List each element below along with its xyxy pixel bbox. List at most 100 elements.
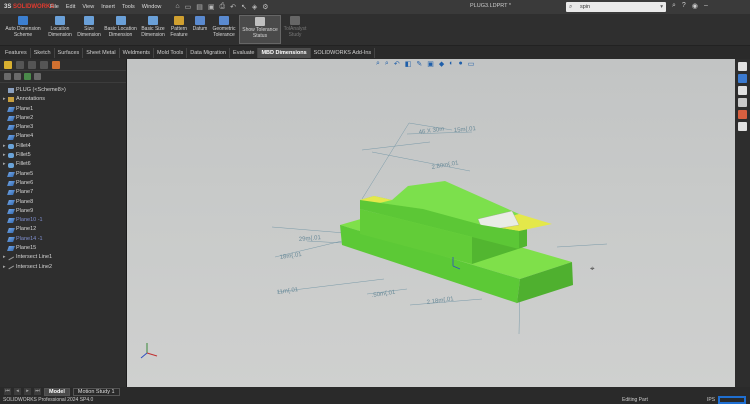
tree-item-annotations[interactable]: ▸ Annotations — [0, 95, 126, 104]
appearances-icon[interactable] — [738, 110, 747, 119]
next-tab-icon[interactable]: ▸ — [24, 388, 31, 395]
save-icon[interactable]: ▣ — [208, 3, 215, 11]
tab-solidworks-addins[interactable]: SOLIDWORKS Add-Ins — [311, 47, 376, 58]
tree-item-plane2[interactable]: Plane2 — [0, 114, 126, 123]
open-folder-icon[interactable]: ▤ — [196, 3, 203, 11]
tree-item-fillet5[interactable]: ▸ Fillet5 — [0, 151, 126, 160]
tree-item-intersect-line2[interactable]: ▸ Intersect Line2 — [0, 263, 126, 272]
tree-item-fillet6[interactable]: ▸ Fillet6 — [0, 160, 126, 169]
annotations-icon — [8, 97, 14, 103]
tolanalyst-study-button[interactable]: TolAnalyst Study — [283, 16, 307, 38]
custom-properties-icon[interactable] — [738, 122, 747, 131]
basic-location-dimension-button[interactable]: Basic Location Dimension — [103, 16, 138, 38]
view-settings-icon[interactable]: ▭ — [468, 60, 475, 68]
menu-edit[interactable]: Edit — [66, 4, 75, 10]
search-box[interactable]: ⌕ spin ▾ — [566, 2, 666, 12]
rebuild-icon[interactable]: ◈ — [252, 3, 257, 11]
graphics-area[interactable]: 46 X 30m 15m{.01 2.80m{.01 29m{.01 18m{.… — [127, 59, 735, 387]
location-dimension-button[interactable]: Location Dimension — [45, 16, 75, 38]
tab-mold-tools[interactable]: Mold Tools — [154, 47, 188, 58]
menu-insert[interactable]: Insert — [101, 4, 115, 10]
tree-item-plane10[interactable]: Plane10 -1 — [0, 216, 126, 225]
solidworks-resources-icon[interactable] — [738, 62, 747, 71]
tree-item-plane4[interactable]: Plane4 — [0, 132, 126, 141]
tree-item-plane14[interactable]: Plane14 -1 — [0, 235, 126, 244]
tab-evaluate[interactable]: Evaluate — [230, 47, 259, 58]
tree-item-plane7[interactable]: Plane7 — [0, 188, 126, 197]
tree-item-plane3[interactable]: Plane3 — [0, 123, 126, 132]
help-icon[interactable]: ? — [682, 2, 686, 10]
minimize-icon[interactable]: – — [704, 2, 708, 10]
search-input[interactable]: spin — [580, 4, 590, 10]
display-style-icon[interactable]: ◆ — [439, 60, 444, 68]
dimxpert-tab-icon[interactable] — [40, 60, 48, 69]
size-dimension-button[interactable]: Size Dimension — [76, 16, 102, 38]
tree-item-plane15[interactable]: Plane15 — [0, 244, 126, 253]
datum-button[interactable]: Datum — [191, 16, 209, 32]
section-view-icon[interactable]: ◧ — [405, 60, 412, 68]
hide-show-items-icon[interactable]: ◐ — [449, 60, 453, 68]
display-manager-tab-icon[interactable] — [52, 60, 60, 69]
previous-view-icon[interactable]: ↶ — [394, 60, 400, 68]
auto-dimension-scheme-button[interactable]: Auto Dimension Scheme — [2, 16, 44, 38]
tab-features[interactable]: Features — [2, 47, 31, 58]
tree-root[interactable]: PLUG (<Scheme8>) — [0, 86, 126, 95]
tab-sheet-metal[interactable]: Sheet Metal — [83, 47, 120, 58]
user-icon[interactable]: ◉ — [692, 2, 698, 10]
tab-data-migration[interactable]: Data Migration — [187, 47, 231, 58]
show-tolerance-status-button[interactable]: Show Tolerance Status — [239, 15, 281, 44]
tree-item-plane12[interactable]: Plane12 — [0, 225, 126, 234]
filter-icon[interactable] — [4, 73, 11, 80]
filter-options-icon[interactable] — [14, 73, 21, 80]
options-gear-icon[interactable]: ⚙ — [262, 3, 268, 11]
tree-item-plane5[interactable]: Plane5 — [0, 170, 126, 179]
units-indicator[interactable]: IPS — [707, 396, 715, 404]
property-manager-tab-icon[interactable] — [16, 60, 24, 69]
last-tab-icon[interactable]: ⏭ — [34, 388, 41, 395]
tree-item-fillet4[interactable]: ▸ Fillet4 — [0, 142, 126, 151]
tree-item-intersect-line1[interactable]: ▸ Intersect Line1 — [0, 253, 126, 262]
new-file-icon[interactable]: ▭ — [185, 3, 192, 11]
tab-model[interactable]: Model — [44, 387, 70, 396]
first-tab-icon[interactable]: ⏮ — [4, 388, 11, 395]
basic-size-dimension-button[interactable]: Basic Size Dimension — [139, 16, 167, 38]
tree-item-plane8[interactable]: Plane8 — [0, 198, 126, 207]
menu-file[interactable]: File — [50, 4, 59, 10]
feature-manager-tab-icon[interactable] — [4, 60, 12, 69]
tree-item-plane9[interactable]: Plane9 — [0, 207, 126, 216]
tab-surfaces[interactable]: Surfaces — [55, 47, 84, 58]
design-library-icon[interactable] — [738, 74, 747, 83]
tab-sketch[interactable]: Sketch — [31, 47, 55, 58]
select-arrow-icon[interactable]: ↖ — [241, 3, 247, 11]
tree-item-plane1[interactable]: Plane1 — [0, 105, 126, 114]
undo-icon[interactable]: ↶ — [230, 3, 236, 11]
tab-mbd-dimensions[interactable]: MBD Dimensions — [258, 47, 311, 58]
zoom-to-area-icon[interactable]: ⌕ — [385, 60, 389, 68]
search-magnifier-icon[interactable]: ⌕ — [672, 2, 676, 10]
menu-tools[interactable]: Tools — [122, 4, 135, 10]
tree-item-plane6[interactable]: Plane6 — [0, 179, 126, 188]
file-explorer-icon[interactable] — [738, 86, 747, 95]
model-view[interactable]: 46 X 30m 15m{.01 2.80m{.01 29m{.01 18m{.… — [127, 59, 735, 387]
search-dropdown-icon[interactable]: ▾ — [660, 2, 663, 12]
menu-window[interactable]: Window — [142, 4, 162, 10]
dynamic-annotation-icon[interactable]: ✎ — [416, 60, 422, 68]
prev-tab-icon[interactable]: ◂ — [14, 388, 21, 395]
zoom-to-fit-icon[interactable]: ⌕ — [376, 60, 380, 68]
edit-appearance-icon[interactable]: ● — [458, 60, 462, 68]
geometric-tolerance-button[interactable]: Geometric Tolerance — [210, 16, 238, 38]
tab-weldments[interactable]: Weldments — [120, 47, 155, 58]
pattern-feature-button[interactable]: Pattern Feature — [168, 16, 190, 38]
show-annotations-icon[interactable] — [34, 73, 41, 80]
tab-motion-study[interactable]: Motion Study 1 — [72, 387, 120, 396]
view-orientation-icon[interactable]: ▣ — [427, 60, 434, 68]
menu-view[interactable]: View — [82, 4, 94, 10]
tree-item-label: Plane6 — [16, 179, 34, 186]
button-label: Basic Location Dimension — [104, 26, 137, 38]
print-icon[interactable]: ⎙ — [219, 3, 225, 11]
solidworks-logo[interactable]: 3S SOLIDWORKS — [0, 4, 54, 10]
configuration-manager-tab-icon[interactable] — [28, 60, 36, 69]
view-palette-icon[interactable] — [738, 98, 747, 107]
home-icon[interactable]: ⌂ — [175, 3, 179, 11]
show-features-icon[interactable] — [24, 73, 31, 80]
